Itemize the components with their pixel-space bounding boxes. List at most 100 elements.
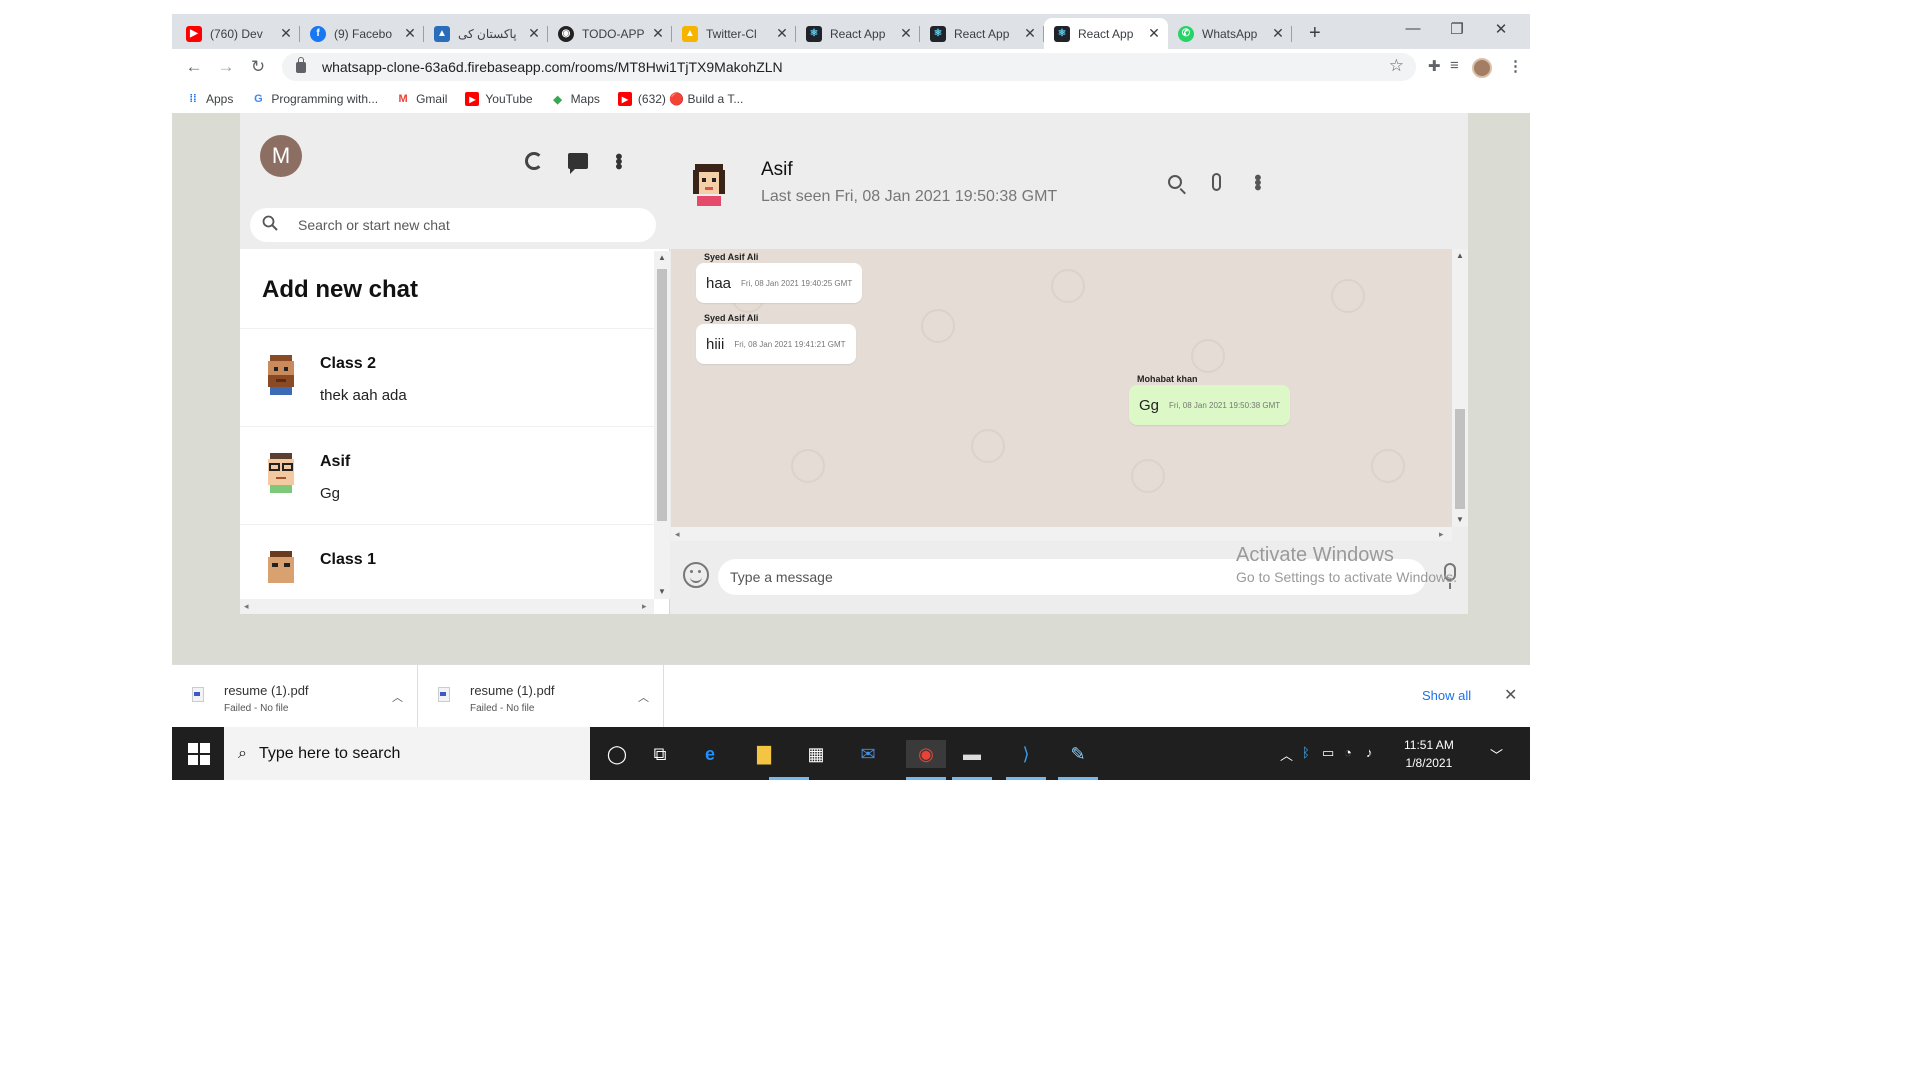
chat-item-class-1[interactable]: Class 1 [240, 525, 654, 599]
chat-search-icon[interactable] [1162, 169, 1188, 195]
browser-toolbar: ← → ↻ whatsapp-clone-63a6d.firebaseapp.c… [172, 49, 1530, 85]
close-icon[interactable]: ✕ [1022, 25, 1038, 42]
close-icon[interactable]: ✕ [1146, 25, 1162, 42]
file-explorer-icon[interactable]: ▇ [750, 740, 778, 768]
close-icon[interactable]: ✕ [898, 25, 914, 42]
bluetooth-icon[interactable]: ᛒ [1302, 745, 1310, 760]
clock-time: 11:51 AM [1404, 738, 1454, 752]
scroll-right-arrow-icon[interactable]: ▸ [1439, 529, 1444, 540]
wifi-icon[interactable]: ◔ [1344, 745, 1352, 760]
close-icon[interactable]: ✕ [1270, 25, 1286, 42]
react-icon: ⚛ [930, 25, 946, 42]
tab-facebook[interactable]: f (9) Facebo ✕ [300, 18, 424, 49]
notification-icon[interactable]: ﹀ [1490, 745, 1503, 764]
chat-item-class-2[interactable]: Class 2 thek aah ada [240, 329, 654, 427]
minimize-button[interactable]: — [1398, 20, 1428, 37]
profile-avatar[interactable] [1472, 58, 1492, 78]
new-tab-button[interactable]: + [1309, 22, 1321, 45]
taskbar-search[interactable]: ⌕ Type here to search [224, 727, 590, 780]
battery-icon[interactable]: ▭ [1322, 745, 1334, 761]
close-icon[interactable]: ✕ [402, 25, 418, 42]
avatar[interactable]: M [260, 135, 302, 177]
chrome-icon[interactable]: ◉ [906, 740, 946, 768]
chevron-up-icon[interactable]: ︿ [1280, 745, 1293, 764]
scroll-left-arrow-icon[interactable]: ◂ [244, 601, 249, 612]
scroll-up-arrow-icon[interactable]: ▲ [658, 253, 666, 262]
tab-title: React App [1078, 26, 1134, 41]
download-item[interactable]: resume (1).pdf Failed - No file ︿ [172, 665, 418, 728]
tab-react-app-active[interactable]: ⚛ React App ✕ [1044, 18, 1168, 49]
edge-icon[interactable]: e [696, 740, 724, 768]
mail-icon[interactable]: ✉ [854, 740, 882, 768]
scroll-up-arrow-icon[interactable]: ▲ [1456, 251, 1464, 260]
chat-list-horizontal-scrollbar[interactable]: ◂ ▸ [240, 599, 654, 614]
close-window-button[interactable]: ✕ [1486, 20, 1516, 38]
bookmark-youtube[interactable]: ▶ YouTube [465, 92, 533, 106]
tab-github-todo[interactable]: ◉ TODO-APP ✕ [548, 18, 672, 49]
bookmark-gmail[interactable]: M Gmail [396, 92, 447, 106]
system-clock[interactable]: 11:51 AM 1/8/2021 [1404, 736, 1454, 772]
scroll-down-arrow-icon[interactable]: ▼ [1456, 515, 1464, 524]
tab-whatsapp[interactable]: ✆ WhatsApp ✕ [1168, 18, 1292, 49]
forward-button[interactable]: → [214, 55, 238, 79]
search-input[interactable] [298, 217, 638, 233]
chevron-up-icon[interactable]: ︿ [638, 689, 649, 705]
chat-item-asif[interactable]: Asif Gg [240, 427, 654, 525]
scrollbar-thumb[interactable] [1455, 409, 1465, 509]
chat-list-scrollbar[interactable]: ▲ ▼ [654, 251, 670, 599]
vscode-icon[interactable]: ⟩ [1012, 740, 1040, 768]
address-bar[interactable]: whatsapp-clone-63a6d.firebaseapp.com/roo… [282, 53, 1416, 81]
emoji-icon[interactable] [683, 562, 709, 588]
tab-twitter-clone[interactable]: ▲ Twitter-Cl ✕ [672, 18, 796, 49]
messages-scrollbar[interactable]: ▲ ▼ [1452, 249, 1468, 527]
close-icon[interactable]: ✕ [774, 25, 790, 42]
download-status: Failed - No file [470, 703, 535, 714]
show-all-link[interactable]: Show all [1422, 688, 1471, 703]
close-icon[interactable]: ✕ [650, 25, 666, 42]
chevron-up-icon[interactable]: ︿ [392, 689, 403, 705]
store-icon[interactable]: ▦ [802, 740, 830, 768]
scroll-left-arrow-icon[interactable]: ◂ [675, 529, 680, 540]
add-new-chat-button[interactable]: Add new chat [240, 251, 654, 329]
tab-youtube-dev[interactable]: ▶ (760) Dev ✕ [176, 18, 300, 49]
scroll-right-arrow-icon[interactable]: ▸ [642, 601, 647, 612]
bookmark-programming[interactable]: G Programming with... [251, 92, 378, 106]
back-button[interactable]: ← [182, 55, 206, 79]
react-icon: ⚛ [1054, 25, 1070, 42]
contact-avatar[interactable] [689, 160, 729, 206]
download-item[interactable]: resume (1).pdf Failed - No file ︿ [418, 665, 664, 728]
scrollbar-thumb[interactable] [657, 269, 667, 521]
terminal-icon[interactable]: ▬ [958, 740, 986, 768]
bookmark-apps[interactable]: ⁞⁞ Apps [186, 92, 233, 106]
close-icon[interactable]: ✕ [278, 25, 294, 42]
bookmark-maps[interactable]: ◆ Maps [551, 92, 600, 106]
scroll-down-arrow-icon[interactable]: ▼ [658, 587, 666, 596]
chat-last-message: thek aah ada [320, 387, 407, 404]
paint-icon[interactable]: ✎ [1064, 740, 1092, 768]
close-icon[interactable]: ✕ [526, 25, 542, 42]
new-chat-icon[interactable] [566, 149, 590, 174]
messages-horizontal-scrollbar[interactable]: ◂ ▸ [671, 527, 1452, 541]
more-options-icon[interactable]: ••• [606, 149, 630, 173]
volume-icon[interactable]: ♪ [1366, 745, 1373, 760]
status-icon[interactable] [522, 149, 546, 173]
task-view-icon[interactable]: ⧉ [646, 740, 674, 768]
pdf-file-icon [438, 687, 450, 702]
bookmark-build[interactable]: ▶ (632) 🔴 Build a T... [617, 92, 743, 106]
attach-icon[interactable] [1203, 169, 1229, 195]
windows-start-icon[interactable] [188, 743, 210, 765]
bookmark-star-icon[interactable]: ☆ [1389, 56, 1404, 76]
watermark-subtitle: Go to Settings to activate Windows. [1236, 569, 1457, 585]
restore-button[interactable]: ❐ [1442, 20, 1472, 38]
media-control-icon[interactable]: ≡ [1450, 57, 1459, 74]
tab-react-app-2[interactable]: ⚛ React App ✕ [920, 18, 1044, 49]
reload-button[interactable]: ↻ [246, 55, 270, 79]
message-timestamp: Fri, 08 Jan 2021 19:50:38 GMT [1169, 400, 1281, 410]
chat-more-icon[interactable]: ••• [1244, 169, 1270, 195]
close-downloads-icon[interactable]: ✕ [1504, 685, 1517, 705]
cortana-icon[interactable]: ◯ [603, 740, 631, 768]
browser-menu-icon[interactable]: ⋮ [1508, 57, 1523, 75]
tab-react-app-1[interactable]: ⚛ React App ✕ [796, 18, 920, 49]
extensions-icon[interactable]: ✚ [1428, 57, 1441, 75]
tab-news[interactable]: ▲ پاکستان کی ✕ [424, 18, 548, 49]
